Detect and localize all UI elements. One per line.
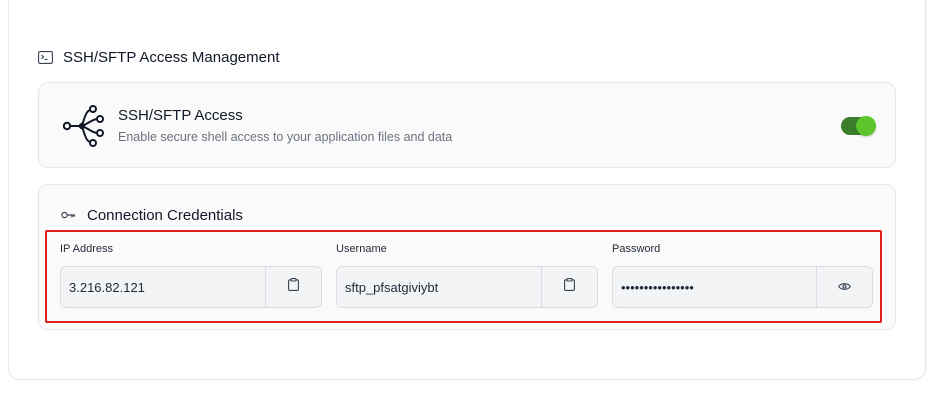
username-input[interactable] bbox=[337, 267, 541, 307]
ip-address-field: IP Address bbox=[60, 242, 322, 308]
credentials-title: Connection Credentials bbox=[87, 207, 243, 224]
show-password-button[interactable] bbox=[816, 267, 872, 307]
key-icon bbox=[61, 207, 76, 224]
terminal-icon bbox=[38, 50, 53, 64]
password-group bbox=[612, 266, 873, 308]
ip-address-label: IP Address bbox=[60, 243, 113, 255]
username-label: Username bbox=[336, 243, 387, 255]
clipboard-icon bbox=[288, 278, 299, 296]
ssh-access-description: Enable secure shell access to your appli… bbox=[118, 130, 453, 144]
section-header: SSH/SFTP Access Management bbox=[38, 48, 279, 66]
password-label: Password bbox=[612, 243, 661, 255]
clipboard-icon bbox=[564, 278, 575, 296]
ip-address-group bbox=[60, 266, 322, 308]
ip-address-input[interactable] bbox=[61, 267, 265, 307]
eye-icon bbox=[838, 278, 851, 296]
ssh-access-toggle[interactable] bbox=[841, 116, 876, 136]
ssh-access-title: SSH/SFTP Access bbox=[118, 107, 243, 124]
credentials-header: Connection Credentials bbox=[61, 207, 243, 224]
copy-ip-button[interactable] bbox=[265, 267, 321, 307]
copy-username-button[interactable] bbox=[541, 267, 597, 307]
ssh-access-panel: SSH/SFTP Access Enable secure shell acce… bbox=[38, 82, 896, 168]
section-title: SSH/SFTP Access Management bbox=[63, 48, 280, 66]
toggle-knob bbox=[856, 116, 876, 136]
password-field: Password bbox=[612, 242, 873, 308]
password-input[interactable] bbox=[613, 267, 816, 307]
username-field: Username bbox=[336, 242, 598, 308]
username-group bbox=[336, 266, 598, 308]
network-icon bbox=[57, 101, 107, 151]
